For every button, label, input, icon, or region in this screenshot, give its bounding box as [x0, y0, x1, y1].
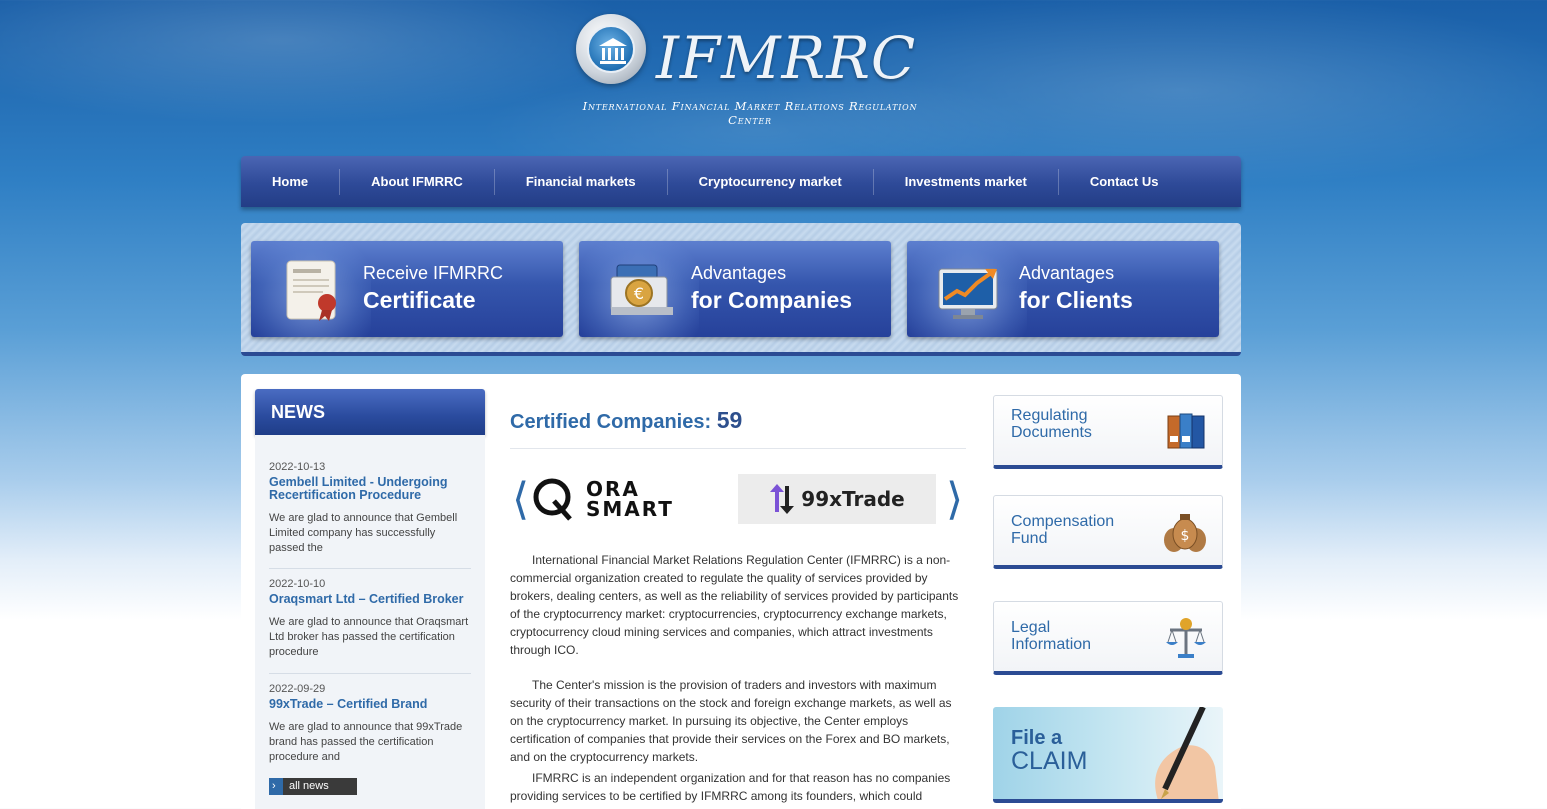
euro-case-icon: € — [610, 264, 673, 315]
divider — [510, 448, 966, 449]
pen-hand-icon — [1155, 707, 1219, 799]
independence-paragraph: IFMRRC is an independent organization an… — [510, 771, 951, 803]
svg-text:$: $ — [1181, 528, 1190, 544]
nav-about[interactable]: About IFMRRC — [340, 168, 495, 195]
promo-line2: Certificate — [363, 287, 476, 313]
99xtrade-text: 99xTrade — [801, 487, 905, 511]
legal-information-link[interactable]: Legal Information — [993, 601, 1223, 675]
promo-advantages-companies[interactable]: € Advantages for Companies — [579, 241, 891, 337]
promo-line1: Advantages — [691, 263, 787, 283]
logo-subtitle: International Financial Market Relations… — [582, 99, 918, 127]
divider — [269, 673, 471, 674]
news-list: 2022-10-13 Gembell Limited - Undergoing … — [255, 435, 485, 809]
promo-line2: for Clients — [1019, 287, 1133, 313]
all-news-button[interactable]: › all news — [269, 778, 357, 795]
news-item: 2022-09-29 99xTrade – Certified Brand We… — [269, 683, 471, 765]
side-line2: Information — [1011, 636, 1092, 653]
side-line1: Compensation — [1011, 513, 1115, 530]
file-claim-button[interactable]: File a CLAIM — [993, 707, 1223, 803]
news-excerpt: We are glad to announce that 99xTrade br… — [269, 721, 463, 763]
news-item: 2022-10-10 Oraqsmart Ltd – Certified Bro… — [269, 578, 471, 660]
orasmart-mark-icon — [533, 478, 572, 521]
nav-cryptocurrency-market[interactable]: Cryptocurrency market — [668, 168, 874, 195]
news-header: NEWS — [255, 389, 485, 435]
logo-text: IFMRRC — [656, 24, 917, 92]
promo-line1: Receive IFMRRC — [363, 263, 504, 283]
site-logo[interactable]: IFMRRC International Financial Market Re… — [560, 10, 940, 127]
news-title-link[interactable]: Gembell Limited - Undergoing Recertifica… — [269, 476, 471, 502]
regulating-documents-link[interactable]: Regulating Documents — [993, 395, 1223, 469]
nav-home[interactable]: Home — [241, 168, 341, 195]
news-date: 2022-10-10 — [269, 578, 326, 590]
side-line1: Legal — [1011, 619, 1051, 636]
side-line2: Fund — [1011, 530, 1048, 547]
chart-monitor-icon — [938, 268, 998, 319]
arrows-updown-icon — [770, 484, 795, 514]
certified-count: 59 — [716, 407, 743, 433]
chevron-right-icon: › — [272, 780, 276, 792]
news-excerpt: We are glad to announce that Oraqsmart L… — [269, 616, 469, 658]
news-date: 2022-09-29 — [269, 683, 326, 695]
news-heading: NEWS — [271, 402, 325, 422]
promo-line2: for Companies — [691, 287, 853, 313]
svg-text:€: € — [634, 284, 644, 303]
orasmart-line1: ORA — [586, 477, 640, 501]
intro-paragraph: International Financial Market Relations… — [510, 553, 959, 657]
side-line1: Regulating — [1011, 407, 1088, 424]
nav-financial-markets[interactable]: Financial markets — [495, 168, 668, 195]
main-panel: NEWS 2022-10-13 Gembell Limited - Underg… — [241, 374, 1241, 809]
carousel-prev-arrow[interactable]: ⟨ — [512, 474, 529, 525]
orasmart-line2: SMART — [586, 497, 674, 521]
scales-icon — [1166, 618, 1206, 658]
carousel-next-arrow[interactable]: ⟩ — [946, 474, 963, 525]
promo-advantages-clients[interactable]: Advantages for Clients — [907, 241, 1219, 337]
nav-contact-us[interactable]: Contact Us — [1059, 169, 1190, 195]
compensation-fund-link[interactable]: Compensation Fund $ — [993, 495, 1223, 569]
promo-band: Receive IFMRRC Certificate € Advantages … — [241, 223, 1241, 356]
promo-receive-certificate[interactable]: Receive IFMRRC Certificate — [251, 241, 563, 337]
company-logo-99xtrade[interactable]: 99xTrade — [738, 474, 936, 524]
binders-icon — [1167, 413, 1205, 449]
mission-paragraph: The Center's mission is the provision of… — [510, 678, 952, 764]
certified-label: Certified Companies: — [510, 411, 712, 433]
claim-line2: CLAIM — [1011, 747, 1088, 775]
company-logo-orasmart[interactable]: ORA SMART — [530, 474, 728, 524]
news-title-link[interactable]: 99xTrade – Certified Brand — [269, 698, 471, 711]
news-title-link[interactable]: Oraqsmart Ltd – Certified Broker — [269, 593, 471, 606]
side-line2: Documents — [1011, 424, 1092, 441]
money-bags-icon: $ — [1164, 514, 1206, 552]
news-excerpt: We are glad to announce that Gembell Lim… — [269, 512, 458, 554]
center-content: Certified Companies: 59 ⟨ ORA SMART 99xT… — [510, 374, 966, 809]
certified-companies-heading: Certified Companies: 59 — [510, 407, 742, 434]
certificate-icon — [286, 260, 336, 321]
news-item: 2022-10-13 Gembell Limited - Undergoing … — [269, 461, 471, 556]
main-nav: Home About IFMRRC Financial markets Cryp… — [241, 156, 1241, 207]
all-news-label: all news — [289, 780, 329, 792]
news-date: 2022-10-13 — [269, 461, 326, 473]
divider — [269, 568, 471, 569]
emblem-icon — [576, 14, 646, 84]
nav-investments-market[interactable]: Investments market — [874, 168, 1059, 195]
promo-line1: Advantages — [1019, 263, 1115, 283]
